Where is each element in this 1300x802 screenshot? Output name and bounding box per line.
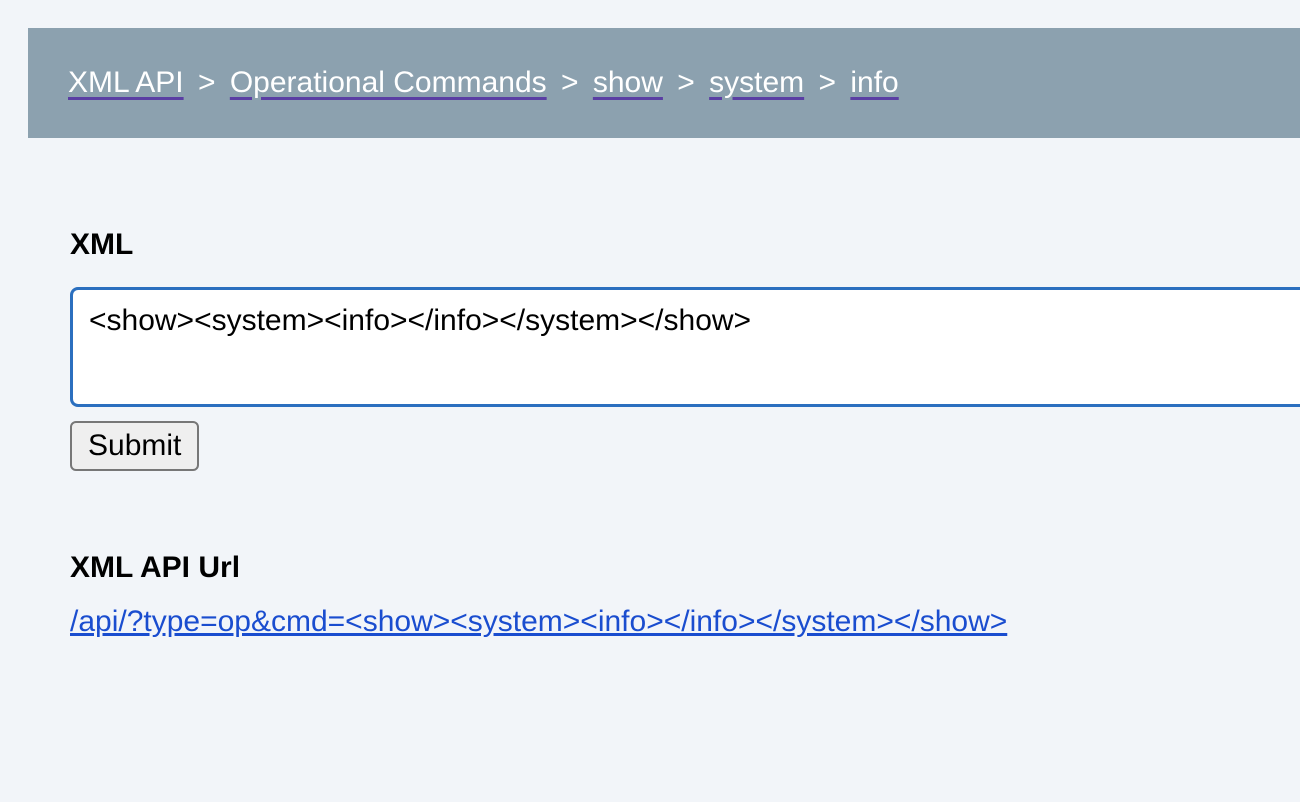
submit-button[interactable]: Submit xyxy=(70,421,199,471)
breadcrumb-link-system[interactable]: system xyxy=(709,66,804,99)
xml-api-url-heading: XML API Url xyxy=(70,551,1300,585)
xml-heading: XML xyxy=(70,228,1300,262)
breadcrumb-link-info[interactable]: info xyxy=(850,66,898,99)
breadcrumb-separator: > xyxy=(813,66,843,99)
xml-section: XML Submit xyxy=(70,228,1300,471)
breadcrumb-separator: > xyxy=(192,66,222,99)
xml-api-url-link[interactable]: /api/?type=op&cmd=<show><system><info></… xyxy=(70,605,1007,638)
breadcrumb-header: XML API > Operational Commands > show > … xyxy=(28,28,1300,138)
breadcrumb-separator: > xyxy=(671,66,701,99)
breadcrumb-link-xml-api[interactable]: XML API xyxy=(68,66,184,99)
xml-textarea[interactable] xyxy=(70,287,1300,407)
xml-api-url-section: XML API Url /api/?type=op&cmd=<show><sys… xyxy=(70,551,1300,639)
breadcrumb-separator: > xyxy=(555,66,585,99)
breadcrumb-link-operational-commands[interactable]: Operational Commands xyxy=(230,66,547,99)
breadcrumb-link-show[interactable]: show xyxy=(593,66,663,99)
